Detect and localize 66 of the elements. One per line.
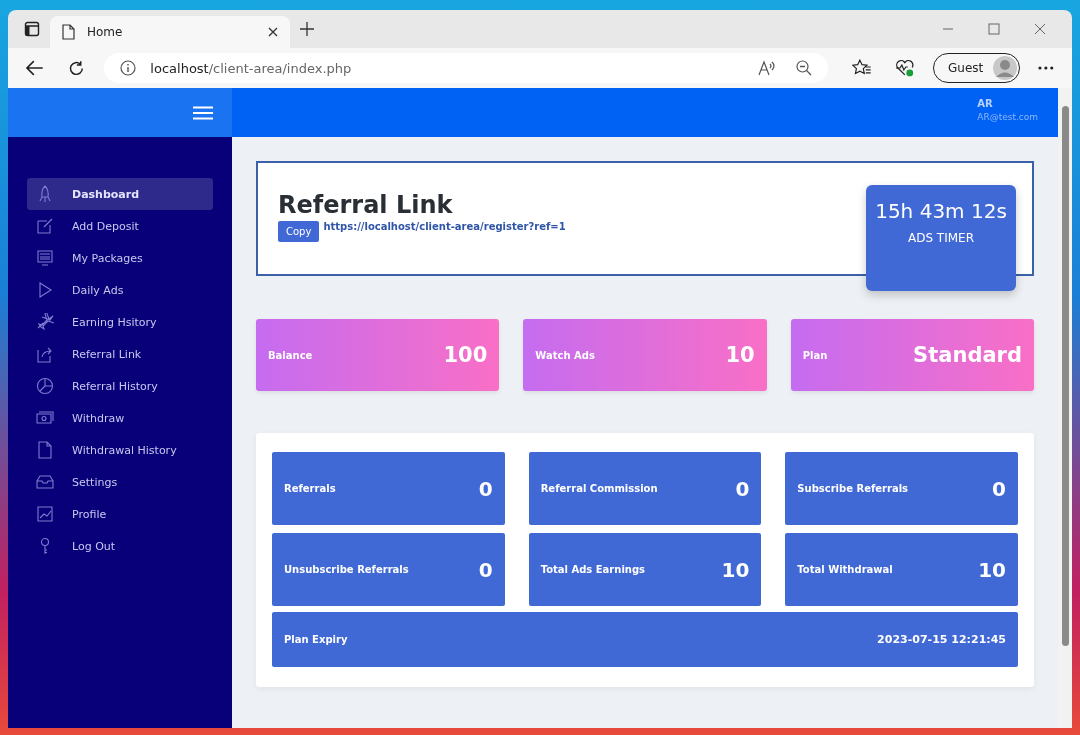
stat-value: 0	[992, 476, 1006, 501]
maximize-icon[interactable]	[988, 23, 1000, 35]
banknote-icon	[36, 409, 54, 427]
line-chart-icon	[36, 505, 54, 523]
info-icon	[120, 60, 137, 76]
stat-label: Subscribe Referrals	[797, 483, 909, 494]
browser-tab[interactable]: Home	[50, 16, 290, 48]
stat-label: Total Ads Earnings	[540, 564, 646, 575]
stat-value: 0	[478, 476, 493, 501]
card-value: 10	[725, 343, 755, 367]
sidebar-item[interactable]: Withdraw	[27, 402, 213, 434]
referral-link[interactable]: https://localhost/client-area/register?ref=1	[323, 221, 566, 232]
close-icon[interactable]	[268, 27, 278, 37]
pie-chart-icon	[36, 377, 54, 395]
address-bar[interactable]: localhost/client-area/index.php	[104, 53, 828, 83]
share-icon	[36, 345, 54, 363]
expiry-value: 2023-07-15 12:21:45	[877, 633, 1006, 646]
sidebar-item[interactable]: Withdrawal History	[27, 434, 213, 466]
user-name: AR	[977, 98, 994, 109]
document-icon	[36, 441, 54, 459]
sidebar-item[interactable]: Earning Hsitory	[27, 306, 213, 338]
card-label: Watch Ads	[535, 349, 595, 361]
sidebar-item[interactable]: Settings	[27, 466, 213, 498]
page-icon	[62, 24, 75, 40]
favorites-icon[interactable]	[851, 59, 872, 77]
timer-label: ADS TIMER	[908, 231, 974, 245]
card-value: 100	[443, 343, 488, 367]
stat-value: 0	[735, 476, 750, 501]
sidebar-item[interactable]: Add Deposit	[27, 210, 213, 242]
user-email: AR@test.com	[977, 112, 1038, 122]
sidebar-toggle-icon[interactable]	[24, 21, 40, 37]
health-icon[interactable]	[895, 59, 915, 77]
more-icon[interactable]	[1038, 66, 1054, 70]
card-label: Balance	[268, 349, 313, 361]
card-value: Standard	[913, 343, 1022, 367]
card-label: Plan	[802, 349, 828, 361]
menu-icon[interactable]	[193, 105, 213, 120]
refresh-icon[interactable]	[67, 59, 85, 77]
timer-value: 15h 43m 12s	[875, 199, 1007, 223]
referral-title: Referral Link	[278, 191, 453, 219]
new-tab-icon[interactable]	[300, 22, 314, 36]
inbox-icon	[36, 473, 54, 491]
sidebar-item[interactable]: Profile	[27, 498, 213, 530]
stat-value: 10	[978, 557, 1006, 582]
play-icon	[36, 281, 54, 299]
sidebar-item[interactable]: My Packages	[27, 242, 213, 274]
sidebar-item[interactable]: Daily Ads	[27, 274, 213, 306]
sidebar-item[interactable]: Referral Link	[27, 338, 213, 370]
stat-label: Referral Commission	[540, 483, 658, 494]
read-aloud-icon[interactable]	[757, 60, 776, 76]
stat-label: Total Withdrawal	[797, 564, 893, 575]
scrollbar[interactable]	[1058, 88, 1072, 728]
zoom-out-icon[interactable]	[795, 60, 812, 76]
back-icon[interactable]	[26, 60, 44, 76]
stat-value: 10	[721, 557, 750, 582]
sidebar-item[interactable]: Dashboard	[27, 178, 213, 210]
avatar-icon	[993, 56, 1018, 80]
copy-button[interactable]: Copy	[278, 221, 320, 242]
sidebar-item[interactable]: Log Out	[27, 530, 213, 562]
monitor-icon	[36, 249, 54, 267]
sidebar-item[interactable]: Referral History	[27, 370, 213, 402]
stat-label: Referrals	[284, 483, 336, 494]
edit-icon	[36, 217, 54, 235]
stat-label: Unsubscribe Referrals	[284, 564, 409, 575]
expiry-label: Plan Expiry	[284, 634, 348, 645]
stat-value: 0	[478, 557, 493, 582]
